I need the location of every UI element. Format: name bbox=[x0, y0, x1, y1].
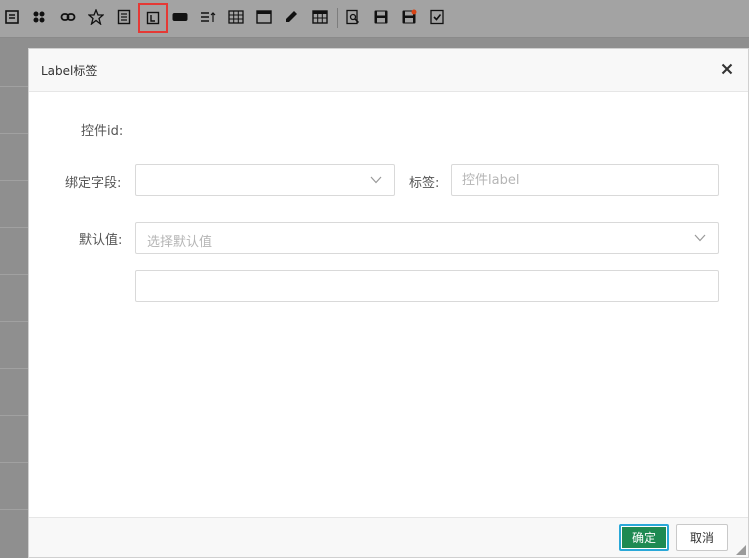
form-icon[interactable] bbox=[0, 5, 24, 29]
default-value-placeholder: 选择默认值 bbox=[147, 235, 213, 250]
window-icon[interactable] bbox=[252, 5, 276, 29]
close-icon[interactable] bbox=[718, 60, 736, 78]
default-value-input[interactable] bbox=[135, 270, 719, 302]
link-icon[interactable] bbox=[56, 5, 80, 29]
default-value-label: 默认值: bbox=[79, 233, 123, 248]
cancel-button[interactable]: 取消 bbox=[676, 524, 728, 551]
tag-label: 标签: bbox=[409, 176, 440, 191]
button-icon[interactable] bbox=[168, 5, 192, 29]
background-grid bbox=[0, 39, 28, 558]
control-id-label: 控件id: bbox=[81, 124, 124, 139]
group-icon[interactable] bbox=[27, 5, 51, 29]
text-icon[interactable] bbox=[112, 5, 136, 29]
dialog-header: Label标签 bbox=[29, 49, 748, 92]
tag-input[interactable] bbox=[451, 164, 719, 196]
ok-button[interactable]: 确定 bbox=[619, 524, 669, 551]
dialog-title: Label标签 bbox=[41, 64, 98, 78]
label-icon[interactable] bbox=[138, 3, 168, 33]
chevron-down-icon bbox=[694, 234, 706, 242]
edit-icon[interactable] bbox=[279, 5, 303, 29]
default-value-select[interactable]: 选择默认值 bbox=[135, 222, 719, 254]
bind-field-select[interactable] bbox=[135, 164, 395, 196]
chevron-down-icon bbox=[370, 176, 382, 184]
bind-field-label: 绑定字段: bbox=[65, 176, 122, 191]
save-as-icon[interactable] bbox=[397, 5, 421, 29]
toolbar bbox=[0, 0, 749, 38]
star-icon[interactable] bbox=[84, 5, 108, 29]
grid-icon[interactable] bbox=[224, 5, 248, 29]
table-icon[interactable] bbox=[308, 5, 332, 29]
list-icon[interactable] bbox=[196, 5, 220, 29]
preview-icon[interactable] bbox=[341, 5, 365, 29]
toolbar-separator bbox=[337, 8, 338, 28]
save-icon[interactable] bbox=[369, 5, 393, 29]
resize-grip-icon[interactable] bbox=[736, 545, 746, 555]
check-icon[interactable] bbox=[425, 5, 449, 29]
label-dialog: Label标签 控件id: 绑定字段: 标签: 默认值: 选择默认值 确定 取消 bbox=[28, 48, 749, 558]
dialog-footer: 确定 取消 bbox=[29, 517, 748, 557]
